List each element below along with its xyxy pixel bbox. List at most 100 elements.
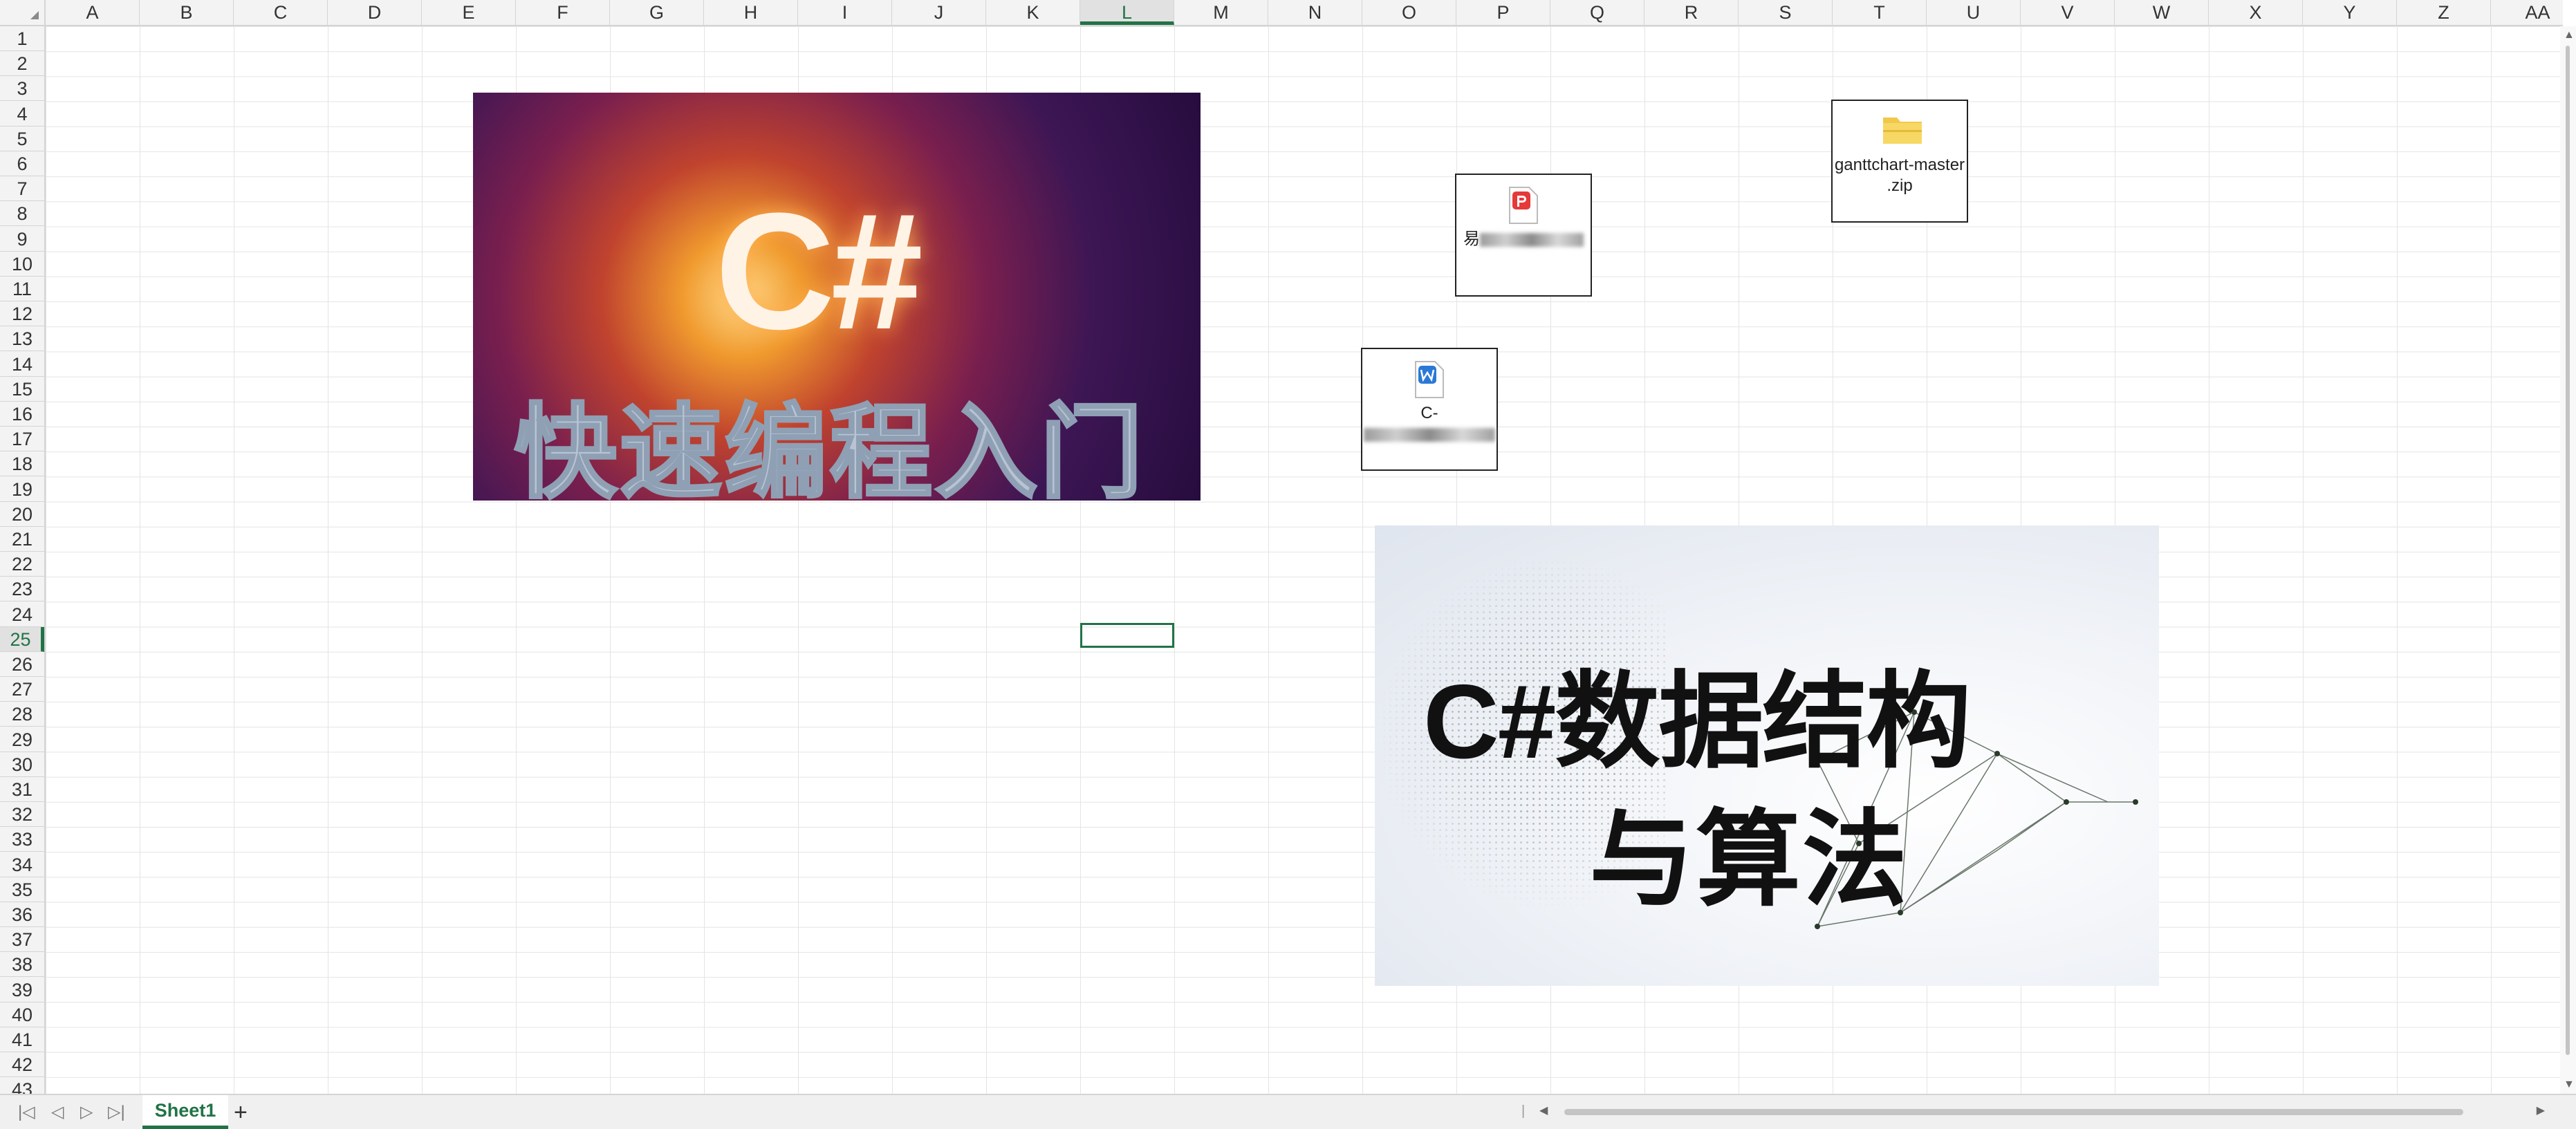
row-header-2[interactable]: 2 [0, 51, 44, 77]
column-header-p[interactable]: P [1456, 0, 1550, 25]
add-sheet-button[interactable]: + [234, 1099, 248, 1126]
active-cell-selection[interactable] [1080, 623, 1174, 648]
row-header-41[interactable]: 41 [0, 1027, 44, 1052]
row-header-4[interactable]: 4 [0, 102, 44, 127]
select-all-corner[interactable] [0, 0, 46, 26]
zip-file-label-line1: ganttchart-master [1834, 156, 1965, 174]
scroll-right-icon[interactable]: ▶ [2537, 1103, 2545, 1117]
image-subtitle: 快速编程入门 [513, 395, 1145, 501]
column-header-o[interactable]: O [1362, 0, 1456, 25]
scroll-left-icon[interactable]: ◀ [1539, 1103, 1548, 1117]
row-header-38[interactable]: 38 [0, 952, 44, 978]
column-header-h[interactable]: H [704, 0, 798, 25]
row-header-1[interactable]: 1 [0, 26, 44, 51]
row-header-8[interactable]: 8 [0, 201, 44, 227]
row-header-3[interactable]: 3 [0, 76, 44, 102]
column-header-u[interactable]: U [1927, 0, 2021, 25]
row-header-13[interactable]: 13 [0, 326, 44, 352]
column-header-e[interactable]: E [422, 0, 516, 25]
column-header-j[interactable]: J [892, 0, 986, 25]
image-title-line2: 与算法 [1589, 801, 1909, 919]
row-header-14[interactable]: 14 [0, 352, 44, 377]
tab-sheet1[interactable]: Sheet1 [142, 1095, 228, 1129]
row-header-18[interactable]: 18 [0, 451, 44, 477]
row-header-36[interactable]: 36 [0, 902, 44, 927]
zip-file-object[interactable]: ganttchart-master .zip [1831, 100, 1968, 223]
scroll-down-icon[interactable]: ▼ [2564, 1079, 2575, 1091]
column-header-c[interactable]: C [234, 0, 328, 25]
column-header-s[interactable]: S [1739, 0, 1833, 25]
row-header-39[interactable]: 39 [0, 978, 44, 1002]
row-header-10[interactable]: 10 [0, 252, 44, 277]
image-csharp-quick-start[interactable]: C# 快速编程入门 [473, 93, 1201, 501]
column-header-f[interactable]: F [516, 0, 610, 25]
row-header-31[interactable]: 31 [0, 777, 44, 802]
next-sheet-icon[interactable]: ▷ [80, 1102, 93, 1122]
column-header-aa[interactable]: AA [2491, 0, 2576, 25]
row-header-34[interactable]: 34 [0, 852, 44, 877]
column-header-q[interactable]: Q [1550, 0, 1644, 25]
word-file-object[interactable]: C- [1361, 348, 1498, 471]
column-header-r[interactable]: R [1644, 0, 1739, 25]
horizontal-scroll-thumb[interactable] [1564, 1109, 2463, 1115]
vertical-scrollbar[interactable]: ▲ ▼ [2560, 26, 2576, 1094]
row-header-19[interactable]: 19 [0, 477, 44, 502]
row-header-37[interactable]: 37 [0, 927, 44, 953]
row-header-24[interactable]: 24 [0, 602, 44, 627]
row-header-32[interactable]: 32 [0, 802, 44, 828]
pdf-file-object[interactable]: 易 [1455, 174, 1592, 297]
row-header-30[interactable]: 30 [0, 752, 44, 777]
row-header-26[interactable]: 26 [0, 652, 44, 677]
row-header-29[interactable]: 29 [0, 727, 44, 752]
column-header-l[interactable]: L [1080, 0, 1174, 25]
first-sheet-icon[interactable]: |◁ [18, 1102, 35, 1122]
row-headers: 1 2 3 4 5 6 7 8 9 10 11 12 13 14 15 16 17 18 19 20 21 22 23 24 2… [0, 26, 46, 1094]
scrollbar-separator: | [1521, 1103, 1526, 1119]
row-header-21[interactable]: 21 [0, 527, 44, 552]
row-header-7[interactable]: 7 [0, 176, 44, 202]
pdf-file-label: 易 [1463, 230, 1480, 248]
column-header-g[interactable]: G [610, 0, 704, 25]
column-header-z[interactable]: Z [2397, 0, 2491, 25]
row-header-6[interactable]: 6 [0, 151, 44, 176]
column-header-n[interactable]: N [1268, 0, 1362, 25]
column-header-d[interactable]: D [328, 0, 422, 25]
row-header-43[interactable]: 43 [0, 1077, 44, 1094]
vertical-scroll-thumb[interactable] [2566, 46, 2570, 1055]
row-header-33[interactable]: 33 [0, 827, 44, 852]
column-header-w[interactable]: W [2115, 0, 2209, 25]
prev-sheet-icon[interactable]: ◁ [51, 1102, 64, 1122]
column-header-i[interactable]: I [798, 0, 892, 25]
cell-grid[interactable] [46, 26, 2563, 1094]
column-header-t[interactable]: T [1833, 0, 1927, 25]
column-header-b[interactable]: B [140, 0, 234, 25]
row-header-35[interactable]: 35 [0, 877, 44, 902]
image-csharp-data-structures[interactable]: C#数据结构 与算法 [1375, 525, 2159, 986]
row-header-16[interactable]: 16 [0, 402, 44, 427]
row-header-5[interactable]: 5 [0, 127, 44, 151]
row-header-17[interactable]: 17 [0, 427, 44, 452]
column-headers: A B C D E F G H I J K L M N O P Q R S T U V W X Y Z AA [46, 0, 2563, 26]
row-header-25[interactable]: 25 [0, 626, 44, 652]
column-header-v[interactable]: V [2021, 0, 2115, 25]
last-sheet-icon[interactable]: ▷| [108, 1102, 125, 1122]
column-header-a[interactable]: A [46, 0, 140, 25]
scroll-up-icon[interactable]: ▲ [2564, 29, 2575, 41]
row-header-40[interactable]: 40 [0, 1002, 44, 1027]
row-header-20[interactable]: 20 [0, 502, 44, 527]
column-header-y[interactable]: Y [2303, 0, 2397, 25]
row-header-27[interactable]: 27 [0, 677, 44, 702]
row-header-12[interactable]: 12 [0, 301, 44, 327]
row-header-23[interactable]: 23 [0, 577, 44, 602]
row-header-15[interactable]: 15 [0, 377, 44, 402]
row-header-22[interactable]: 22 [0, 552, 44, 577]
column-header-k[interactable]: K [986, 0, 1080, 25]
column-header-m[interactable]: M [1174, 0, 1268, 25]
horizontal-scrollbar[interactable]: | ◀ ▶ [1521, 1103, 2545, 1120]
blurred-text [1364, 427, 1495, 442]
row-header-42[interactable]: 42 [0, 1052, 44, 1078]
row-header-11[interactable]: 11 [0, 277, 44, 301]
row-header-9[interactable]: 9 [0, 227, 44, 252]
row-header-28[interactable]: 28 [0, 702, 44, 727]
column-header-x[interactable]: X [2209, 0, 2303, 25]
